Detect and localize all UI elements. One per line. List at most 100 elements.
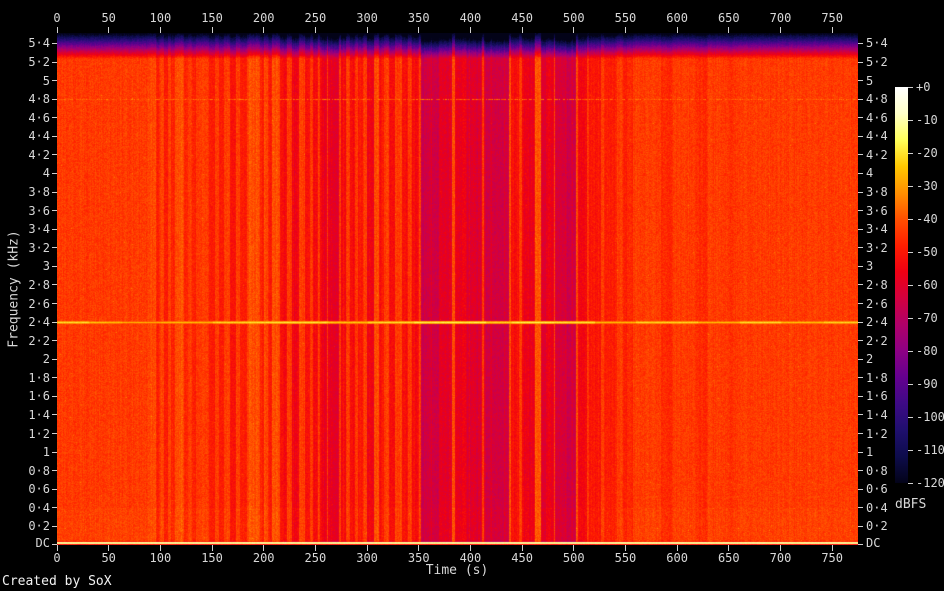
- time-tick-label: 50: [101, 551, 116, 565]
- freq-tick-label: 4·2: [28, 147, 50, 162]
- time-tick-label: 250: [304, 551, 327, 565]
- freq-tick-label: 1·6: [866, 389, 888, 404]
- freq-tick-label: 4·4: [866, 129, 888, 144]
- db-tick-mark: [908, 86, 913, 88]
- db-tick-mark: [908, 152, 913, 154]
- freq-tick-mark: [52, 303, 57, 304]
- freq-tick-mark: [52, 470, 57, 472]
- freq-tick-mark: [858, 191, 863, 193]
- freq-tick-label: 4·2: [866, 147, 888, 162]
- freq-tick-mark: [858, 154, 863, 156]
- time-tick-mark: [418, 27, 420, 33]
- time-tick-label: 600: [666, 11, 688, 25]
- freq-tick-label: 3·2: [866, 240, 888, 255]
- db-tick-label: +0: [916, 80, 931, 94]
- freq-tick-label: 3: [866, 259, 874, 274]
- time-tick-mark: [521, 27, 523, 33]
- time-tick-label: 550: [614, 551, 637, 565]
- freq-tick-label: 5: [42, 73, 50, 88]
- time-tick-mark: [573, 27, 575, 33]
- db-tick-label: -110: [916, 443, 944, 457]
- colorbar-unit-label: dBFS: [895, 497, 927, 512]
- freq-tick-mark: [858, 135, 863, 137]
- freq-tick-mark: [858, 42, 863, 44]
- freq-tick-mark: [52, 172, 57, 174]
- time-tick-label: 650: [717, 551, 740, 565]
- freq-tick-mark: [52, 80, 57, 82]
- freq-tick-mark: [858, 228, 863, 230]
- freq-tick-mark: [858, 358, 863, 360]
- freq-tick-mark: [52, 414, 57, 416]
- time-tick-mark: [159, 27, 161, 33]
- db-tick-mark: [908, 383, 913, 385]
- db-tick-label: -50: [916, 245, 938, 259]
- freq-tick-mark: [52, 61, 57, 63]
- freq-tick-mark: [858, 470, 863, 472]
- freq-tick-mark: [858, 377, 863, 379]
- freq-tick-label: 0·8: [28, 463, 50, 478]
- db-tick-mark: [908, 350, 913, 352]
- freq-tick-mark: [858, 525, 863, 527]
- freq-tick-mark: [858, 172, 863, 174]
- time-tick-label: 250: [304, 11, 327, 25]
- time-tick-mark: [211, 27, 213, 33]
- freq-tick-label: 2·8: [866, 277, 888, 292]
- freq-tick-mark: [52, 135, 57, 137]
- spectrogram-heatmap: [57, 33, 858, 545]
- time-tick-label: 700: [769, 551, 792, 565]
- freq-tick-label: 1·2: [28, 426, 50, 441]
- freq-tick-mark: [52, 321, 57, 323]
- freq-tick-mark: [52, 395, 57, 397]
- db-tick-label: -80: [916, 344, 938, 358]
- freq-tick-label: 0·4: [866, 500, 888, 515]
- time-tick-label: 600: [666, 551, 688, 565]
- freq-tick-label: 4·8: [28, 92, 50, 107]
- freq-tick-label: 3·4: [866, 222, 888, 237]
- freq-tick-label: 2: [42, 352, 50, 367]
- time-tick-label: 750: [821, 551, 843, 565]
- credit-text: Created by SoX: [2, 574, 112, 589]
- freq-tick-label: 4·6: [28, 110, 50, 125]
- freq-tick-mark: [52, 451, 57, 453]
- time-tick-label: 200: [252, 11, 275, 25]
- time-tick-label: 450: [511, 551, 533, 565]
- time-tick-label: 100: [149, 11, 172, 25]
- time-tick-mark: [469, 27, 471, 33]
- db-tick-label: -30: [916, 179, 938, 193]
- freq-tick-mark: [858, 117, 863, 119]
- freq-tick-mark: [858, 210, 863, 212]
- freq-tick-mark: [858, 488, 863, 490]
- time-tick-mark: [263, 27, 265, 33]
- time-tick-label: 500: [562, 11, 585, 25]
- freq-tick-mark: [52, 98, 57, 100]
- freq-tick-mark: [858, 61, 863, 63]
- time-tick-label: 350: [407, 11, 430, 25]
- freq-tick-mark: [52, 191, 57, 193]
- freq-tick-mark: [858, 543, 863, 545]
- freq-tick-mark: [52, 154, 57, 156]
- time-tick-label: 500: [562, 551, 585, 565]
- time-tick-label: 200: [252, 551, 275, 565]
- time-tick-mark: [56, 27, 58, 33]
- freq-tick-label: 5·4: [28, 36, 50, 51]
- db-tick-mark: [908, 284, 913, 286]
- db-tick-label: -90: [916, 377, 938, 391]
- freq-tick-label: 5: [866, 73, 874, 88]
- db-tick-mark: [908, 251, 913, 253]
- time-tick-mark: [676, 27, 678, 33]
- freq-tick-mark: [52, 247, 57, 249]
- freq-tick-mark: [52, 117, 57, 119]
- freq-tick-mark: [858, 340, 863, 342]
- freq-tick-label: 0·4: [28, 500, 50, 515]
- freq-tick-mark: [858, 265, 863, 267]
- freq-tick-label: 5·4: [866, 36, 888, 51]
- freq-tick-mark: [858, 414, 863, 416]
- time-tick-label: 650: [717, 11, 740, 25]
- freq-tick-label: 3·6: [28, 203, 50, 218]
- time-tick-mark: [624, 27, 626, 33]
- time-tick-mark: [314, 27, 316, 33]
- freq-tick-label: 4·4: [28, 129, 50, 144]
- db-tick-label: -100: [916, 410, 944, 424]
- freq-tick-mark: [52, 433, 57, 435]
- freq-tick-mark: [858, 433, 863, 435]
